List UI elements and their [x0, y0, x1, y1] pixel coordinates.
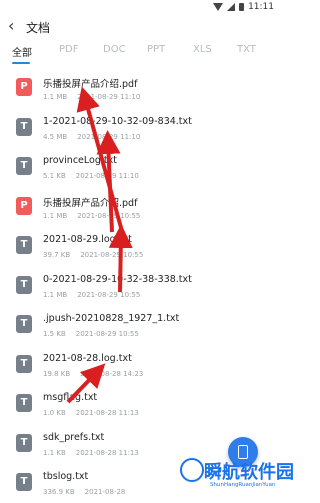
page-title: 文档 — [26, 21, 51, 35]
wifi-icon — [213, 3, 224, 11]
file-date: 2021-08-29 11:10 — [77, 93, 141, 101]
status-bar: 11:11 — [0, 0, 280, 14]
back-icon[interactable]: ‹ — [8, 18, 22, 34]
file-size: 1.0 KB — [43, 409, 66, 417]
file-meta: 1.1 MB 2021-08-29 11:10 — [43, 93, 140, 101]
file-name: 1-2021-08-29-10-32-09-834.txt — [43, 115, 192, 127]
watermark: 瞬航软件园 ShunHangRuanJianYuan — [180, 456, 294, 500]
file-name: 乐播投屏产品介绍.pdf — [43, 197, 138, 209]
active-tab-indicator — [12, 62, 30, 64]
txt-file-icon: T — [16, 394, 32, 412]
pdf-file-icon: P — [16, 78, 32, 96]
status-time: 11:11 — [248, 2, 274, 12]
file-size: 1.1 MB — [43, 290, 68, 299]
file-size: 5.1 KB — [43, 172, 66, 180]
file-meta: 1.5 KB 2021-08-29 10:55 — [43, 330, 139, 338]
file-date: 2021-08-29 11:10 — [75, 172, 139, 180]
file-type-tabs: 全部 PDF DOC PPT XLS TXT — [0, 40, 280, 64]
watermark-title: 瞬航软件园 — [204, 462, 294, 483]
file-name: .jpush-20210828_1927_1.txt — [43, 313, 180, 324]
battery-icon — [239, 3, 245, 11]
file-name: 2021-08-29.log.txt — [43, 234, 132, 245]
file-size: 1.5 KB — [43, 330, 66, 338]
file-meta: 1.1 MB 2021-08-29 10:55 — [43, 212, 140, 220]
file-date: 2021-08-29 10:55 — [80, 251, 144, 259]
file-size: 4.5 MB — [43, 132, 68, 141]
tab-pdf[interactable]: PDF — [59, 44, 78, 55]
file-row[interactable]: P 乐播投屏产品介绍.pdf 1.1 MB 2021-08-29 11:10 — [0, 68, 280, 108]
status-icons: 11:11 — [213, 2, 274, 12]
file-name: 0-2021-08-29-10-32-38-338.txt — [43, 273, 192, 285]
watermark-subtitle: ShunHangRuanJianYuan — [210, 482, 276, 488]
file-date: 2021-08-28 11:13 — [75, 448, 139, 457]
file-name: 2021-08-28.log.txt — [43, 352, 132, 364]
file-meta: 1.1 MB 2021-08-29 10:55 — [43, 291, 140, 299]
txt-file-icon: T — [16, 236, 32, 254]
file-size: 1.1 KB — [43, 448, 66, 457]
file-name: provinceLog.txt — [43, 155, 117, 166]
tab-doc[interactable]: DOC — [103, 44, 126, 55]
file-meta: 5.1 KB 2021-08-29 11:10 — [43, 172, 139, 180]
pdf-file-icon: P — [16, 196, 32, 215]
file-name: sdk_prefs.txt — [43, 431, 105, 443]
signal-icon — [227, 3, 236, 11]
file-date: 2021-08-29 10:55 — [77, 290, 141, 299]
txt-file-icon: T — [16, 354, 32, 373]
tab-ppt[interactable]: PPT — [147, 44, 165, 55]
file-meta: 1.0 KB 2021-08-28 11:13 — [43, 409, 139, 417]
txt-file-icon: T — [16, 117, 32, 136]
file-name: tbslog.txt — [43, 471, 89, 482]
file-row[interactable]: T msgflag.txt 1.0 KB 2021-08-28 11:13 — [0, 384, 280, 424]
file-row[interactable]: T 2021-08-28.log.txt 19.8 KB 2021-08-28 1… — [0, 345, 280, 385]
file-date: 2021-08-28 11:13 — [75, 409, 139, 417]
file-size: 1.1 MB — [43, 93, 68, 101]
tab-all[interactable]: 全部 — [12, 44, 32, 59]
tab-txt[interactable]: TXT — [237, 44, 256, 55]
file-date: 2021-08-28 — [84, 488, 126, 496]
file-name: 乐播投屏产品介绍.pdf — [43, 79, 138, 90]
file-row[interactable]: T .jpush-20210828_1927_1.txt 1.5 KB 2021-… — [0, 305, 280, 345]
file-date: 2021-08-29 10:55 — [77, 211, 141, 220]
file-row[interactable]: P 乐播投屏产品介绍.pdf 1.1 MB 2021-08-29 10:55 — [0, 187, 280, 227]
file-row[interactable]: T 0-2021-08-29-10-32-38-338.txt 1.1 MB 20… — [0, 266, 280, 306]
file-date: 2021-08-29 10:55 — [75, 330, 139, 338]
txt-file-icon: T — [16, 473, 32, 491]
header-bar: ‹ 文档 — [0, 14, 280, 40]
file-row[interactable]: T provinceLog.txt 5.1 KB 2021-08-29 11:10 — [0, 147, 280, 187]
txt-file-icon: T — [16, 157, 32, 175]
file-row[interactable]: T 1-2021-08-29-10-32-09-834.txt 4.5 MB 20… — [0, 108, 280, 148]
file-size: 19.8 KB — [43, 369, 71, 378]
file-row[interactable]: T 2021-08-29.log.txt 39.7 KB 2021-08-29 1… — [0, 226, 280, 266]
file-meta: 19.8 KB 2021-08-28 14:23 — [43, 370, 143, 378]
tab-xls[interactable]: XLS — [193, 44, 212, 55]
file-date: 2021-08-29 11:10 — [77, 132, 141, 141]
file-meta: 1.1 KB 2021-08-28 11:13 — [43, 449, 139, 457]
file-size: 39.7 KB — [43, 251, 71, 259]
file-size: 1.1 MB — [43, 211, 68, 220]
txt-file-icon: T — [16, 275, 32, 294]
file-meta: 4.5 MB 2021-08-29 11:10 — [43, 133, 140, 141]
watermark-logo-icon — [180, 458, 204, 482]
file-meta: 336.9 KB 2021-08-28 — [43, 488, 125, 496]
file-name: msgflag.txt — [43, 392, 98, 403]
file-meta: 39.7 KB 2021-08-29 10:55 — [43, 251, 143, 259]
txt-file-icon: T — [16, 433, 32, 452]
file-date: 2021-08-28 14:23 — [80, 369, 144, 378]
txt-file-icon: T — [16, 315, 32, 333]
file-size: 336.9 KB — [43, 488, 75, 496]
